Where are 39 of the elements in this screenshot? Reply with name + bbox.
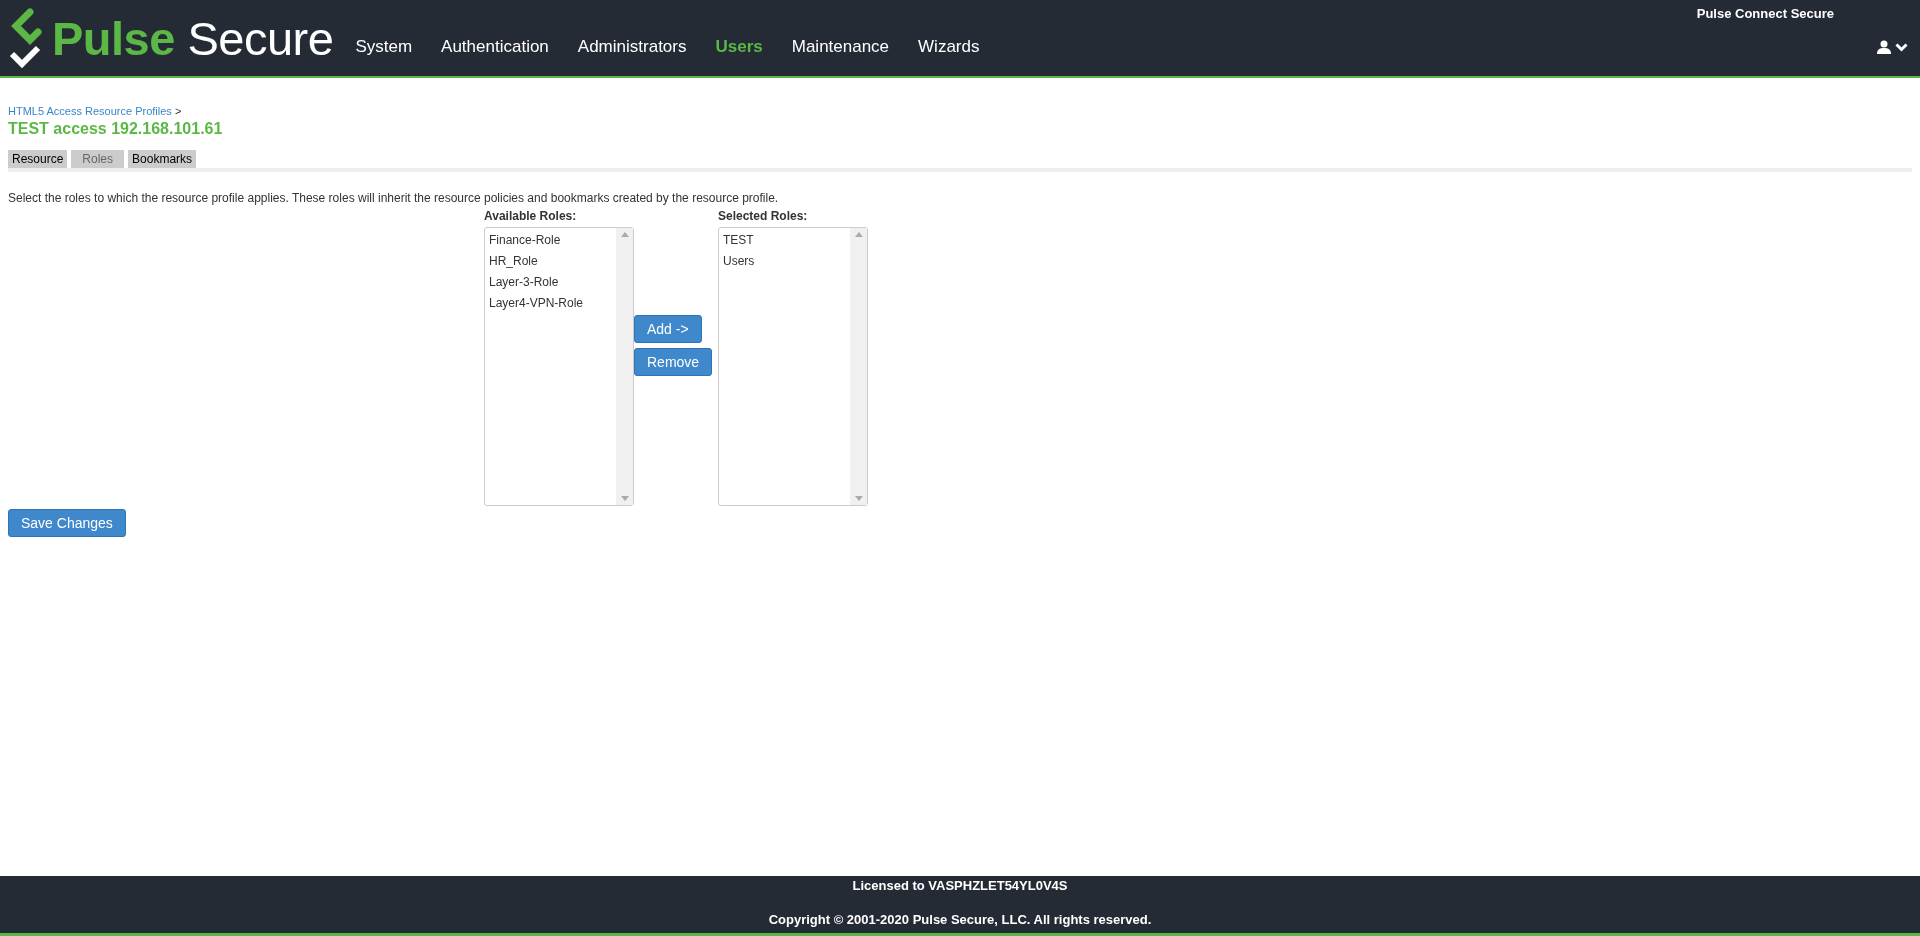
list-label: Available Roles: bbox=[484, 209, 578, 223]
add-button[interactable]: Add -> bbox=[634, 315, 702, 343]
role-option[interactable]: HR_Role bbox=[489, 254, 612, 268]
page-title: TEST access 192.168.101.61 bbox=[8, 120, 224, 138]
copyright-text: Copyright © 2001-2020 Pulse Secure, LLC. All rights reserved. bbox=[768, 912, 1152, 927]
nav-item[interactable]: Users bbox=[715, 37, 763, 57]
scrollbar[interactable] bbox=[850, 228, 867, 505]
scroll-up-icon[interactable] bbox=[854, 232, 863, 237]
role-option[interactable]: Layer-3-Role bbox=[489, 275, 612, 289]
breadcrumb-link[interactable]: HTML5 Access Resource Profiles bbox=[8, 105, 172, 117]
license-text: Licensed to VASPHZLET54YL0V4S bbox=[852, 878, 1068, 893]
scroll-down-icon[interactable] bbox=[620, 496, 629, 501]
product-name: Pulse Connect Secure bbox=[1696, 6, 1834, 21]
nav-item[interactable]: Authentication bbox=[441, 37, 549, 57]
breadcrumb-separator: > bbox=[174, 105, 182, 117]
nav-item[interactable]: System bbox=[355, 37, 413, 57]
description: Select the roles to which the resource profile applies. These roles will inherit the resource policies and bookmarks created by the resource profile. bbox=[8, 191, 780, 205]
tab[interactable]: Bookmarks bbox=[128, 150, 197, 168]
nav-item[interactable]: Administrators bbox=[577, 37, 687, 57]
tab[interactable]: Roles bbox=[71, 150, 125, 168]
logo-text: Pulse Secure bbox=[52, 10, 334, 66]
list-label: Selected Roles: bbox=[718, 209, 809, 223]
chevron-down-icon[interactable] bbox=[1895, 42, 1908, 52]
selected-roles-list[interactable]: TEST Users bbox=[718, 227, 868, 506]
role-option[interactable]: Users bbox=[723, 254, 846, 268]
user-icon[interactable] bbox=[1877, 40, 1891, 54]
role-option[interactable]: TEST bbox=[723, 233, 846, 247]
remove-button[interactable]: Remove bbox=[634, 348, 713, 376]
role-option[interactable]: Layer4-VPN-Role bbox=[489, 296, 612, 310]
tab[interactable]: Resource bbox=[8, 150, 68, 168]
save-changes-button[interactable]: Save Changes bbox=[8, 509, 126, 537]
nav-item[interactable]: Maintenance bbox=[791, 37, 890, 57]
scrollbar[interactable] bbox=[616, 228, 633, 505]
role-option[interactable]: Finance-Role bbox=[489, 233, 612, 247]
logo-icon bbox=[8, 8, 44, 68]
available-roles-list[interactable]: Finance-Role HR_Role Layer-3-Role Layer4-VPN-Role bbox=[484, 227, 634, 506]
scroll-up-icon[interactable] bbox=[620, 232, 629, 237]
scroll-down-icon[interactable] bbox=[854, 496, 863, 501]
nav-item[interactable]: Wizards bbox=[918, 37, 980, 57]
